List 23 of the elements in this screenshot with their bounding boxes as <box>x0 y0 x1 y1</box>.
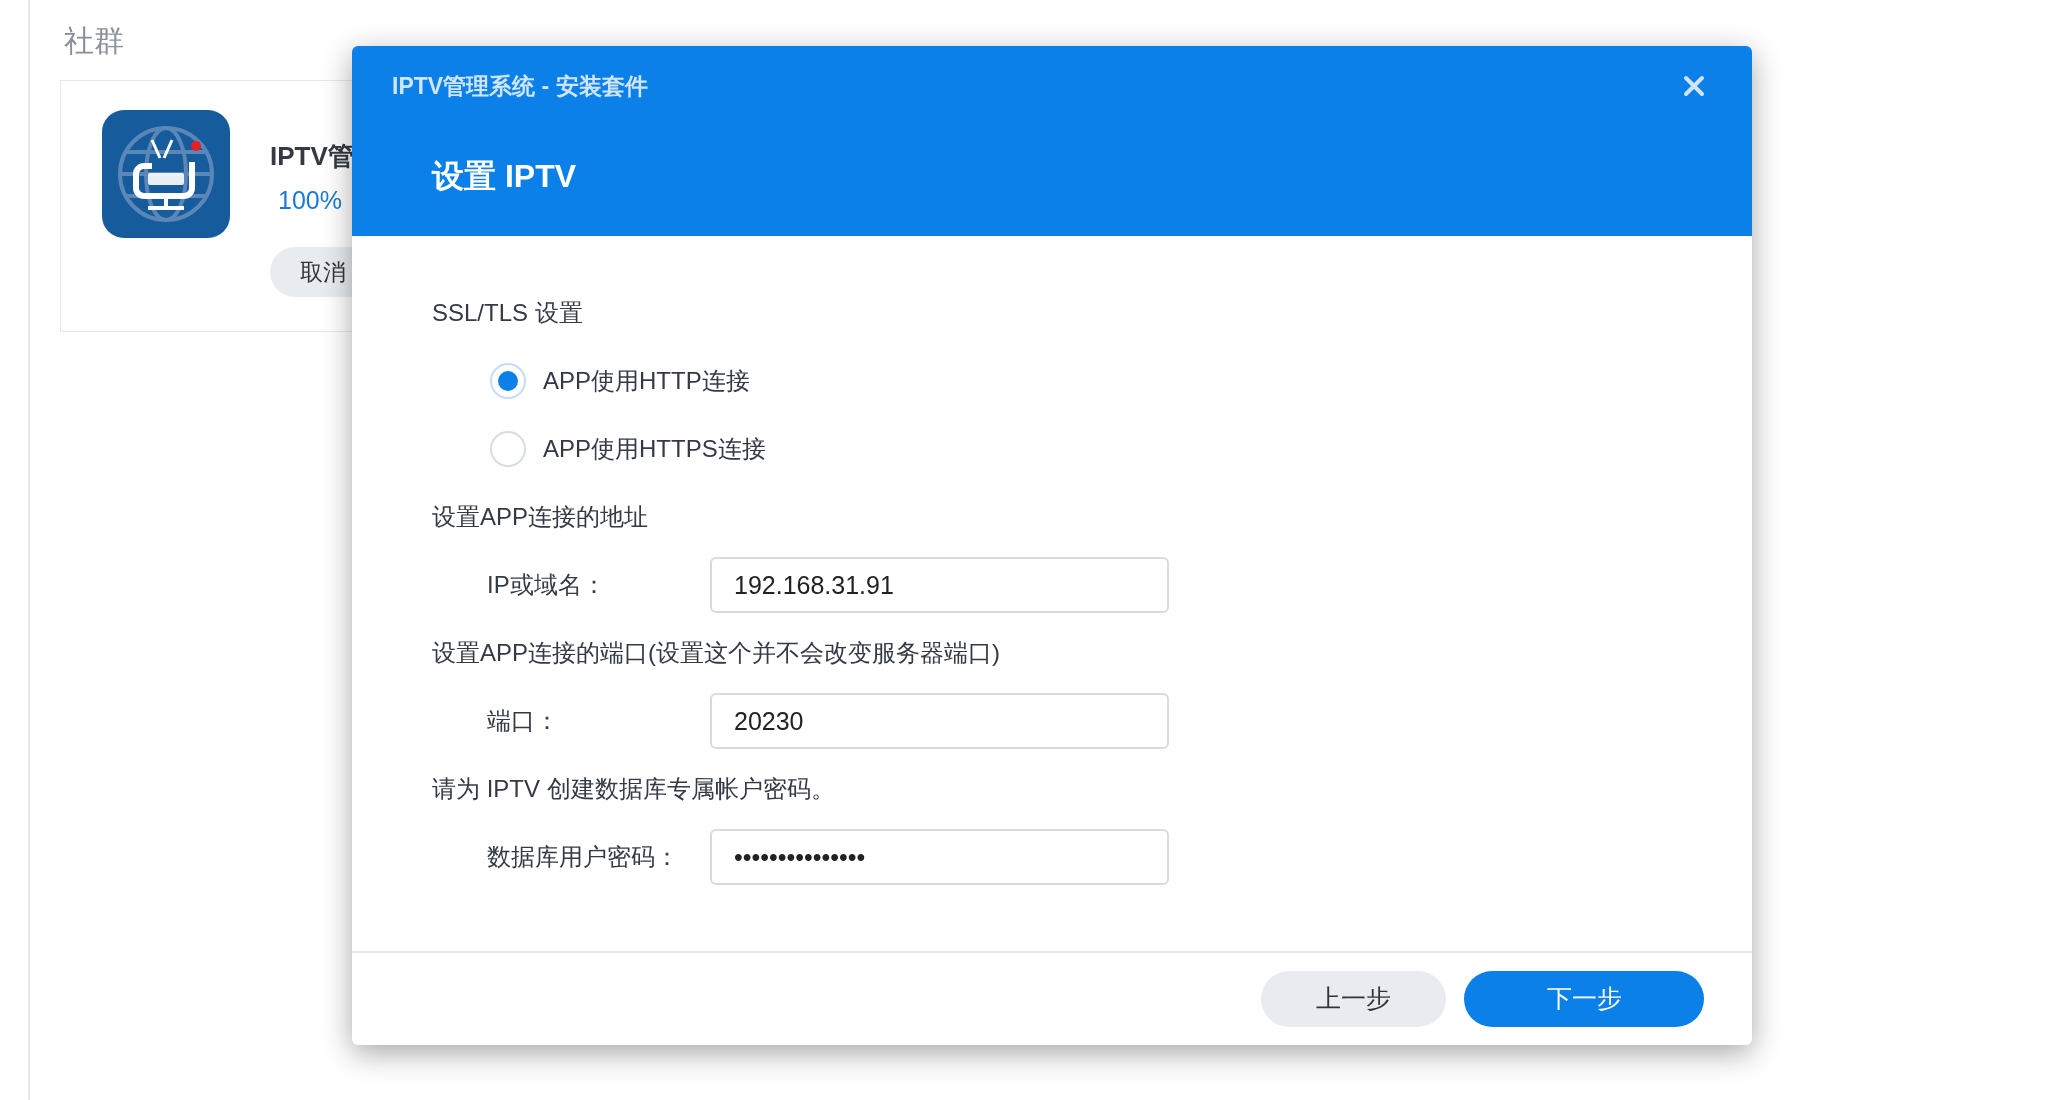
input-field[interactable]: 192.168.31.91 <box>710 557 1169 613</box>
input-field[interactable]: ••••••••••••••• <box>710 829 1169 885</box>
section-label: SSL/TLS 设置 <box>432 298 583 328</box>
radio-button[interactable] <box>490 363 526 399</box>
section-label: 设置APP连接的地址 <box>432 502 649 532</box>
radio-label[interactable]: APP使用HTTP连接 <box>543 363 750 399</box>
input-field[interactable]: 20230 <box>710 693 1169 749</box>
close-icon[interactable] <box>1683 75 1705 97</box>
section-title: 社群 <box>64 23 124 59</box>
package-name: IPTV管 <box>270 140 354 173</box>
radio-label[interactable]: APP使用HTTPS连接 <box>543 431 766 467</box>
next-button[interactable]: 下一步 <box>1464 971 1704 1027</box>
step-heading: 设置 IPTV <box>432 157 577 196</box>
field-label: 端口： <box>487 706 560 736</box>
field-label: 数据库用户密码： <box>487 842 680 872</box>
dialog-title: IPTV管理系统 - 安装套件 <box>392 71 648 101</box>
progress-text: 100% <box>278 185 342 216</box>
field-label: IP或域名： <box>487 570 607 600</box>
section-label: 设置APP连接的端口(设置这个并不会改变服务器端口) <box>432 638 1000 668</box>
back-button[interactable]: 上一步 <box>1261 971 1446 1027</box>
tv-globe-icon <box>102 110 230 238</box>
section-label: 请为 IPTV 创建数据库专属帐户密码。 <box>432 774 835 804</box>
radio-button[interactable] <box>490 431 526 467</box>
